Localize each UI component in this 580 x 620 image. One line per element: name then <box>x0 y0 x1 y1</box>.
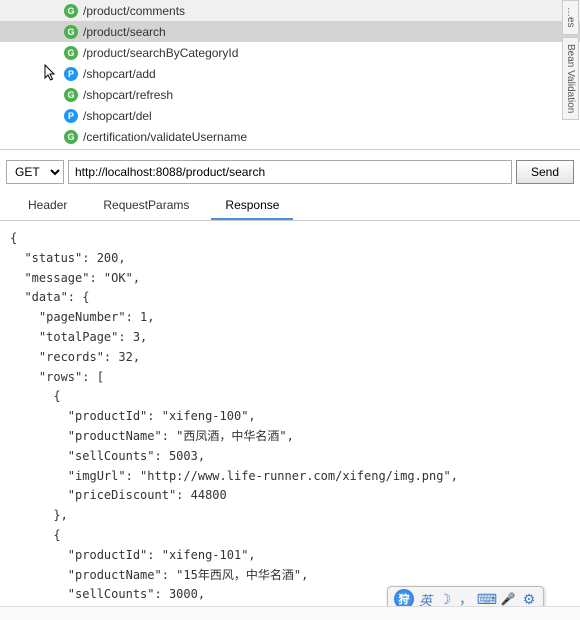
response-body[interactable]: { "status": 200, "message": "OK", "data"… <box>0 221 580 601</box>
get-badge-icon: G <box>64 46 78 60</box>
endpoint-row[interactable]: P/shopcart/del <box>0 105 580 126</box>
endpoint-path: /shopcart/refresh <box>83 88 173 102</box>
endpoint-path: /certification/validateUsername <box>83 130 247 144</box>
endpoint-path: /shopcart/add <box>83 67 156 81</box>
gear-icon[interactable]: ⚙ <box>521 591 537 607</box>
status-bar <box>0 606 580 620</box>
endpoint-row[interactable]: G/product/comments <box>0 0 580 21</box>
request-bar: GET Send <box>6 160 574 184</box>
endpoint-path: /shopcart/del <box>83 109 152 123</box>
send-button[interactable]: Send <box>516 160 574 184</box>
endpoint-row[interactable]: G/certification/validateUsername <box>0 126 580 147</box>
endpoint-row[interactable]: G/product/search <box>0 21 580 42</box>
endpoint-path: /product/comments <box>83 4 185 18</box>
mic-icon[interactable]: 🎤 <box>500 591 516 607</box>
post-badge-icon: P <box>64 109 78 123</box>
tab-response[interactable]: Response <box>211 192 293 220</box>
get-badge-icon: G <box>64 88 78 102</box>
endpoint-row[interactable]: G/shopcart/refresh <box>0 84 580 105</box>
get-badge-icon: G <box>64 130 78 144</box>
tabs-bar: Header RequestParams Response <box>0 192 580 221</box>
url-input[interactable] <box>68 160 512 184</box>
endpoint-row[interactable]: P/shopcart/add <box>0 63 580 84</box>
keyboard-icon[interactable]: ⌨ <box>479 591 495 607</box>
endpoint-row[interactable]: G/product/searchByCategoryId <box>0 42 580 63</box>
endpoint-path: /product/searchByCategoryId <box>83 46 238 60</box>
tab-request-params[interactable]: RequestParams <box>89 192 203 220</box>
moon-icon[interactable]: ☽ <box>437 591 453 607</box>
right-side-tabs: …es Bean Validation <box>562 0 580 122</box>
tab-header[interactable]: Header <box>14 192 81 220</box>
side-tab-bean-validation[interactable]: Bean Validation <box>562 37 579 120</box>
get-badge-icon: G <box>64 25 78 39</box>
get-badge-icon: G <box>64 4 78 18</box>
post-badge-icon: P <box>64 67 78 81</box>
side-tab-a[interactable]: …es <box>562 0 579 35</box>
http-method-select[interactable]: GET <box>6 160 64 184</box>
endpoints-tree: G/product/commentsG/product/searchG/prod… <box>0 0 580 150</box>
endpoint-path: /product/search <box>83 25 166 39</box>
punctuation-icon[interactable]: ， <box>458 591 474 607</box>
